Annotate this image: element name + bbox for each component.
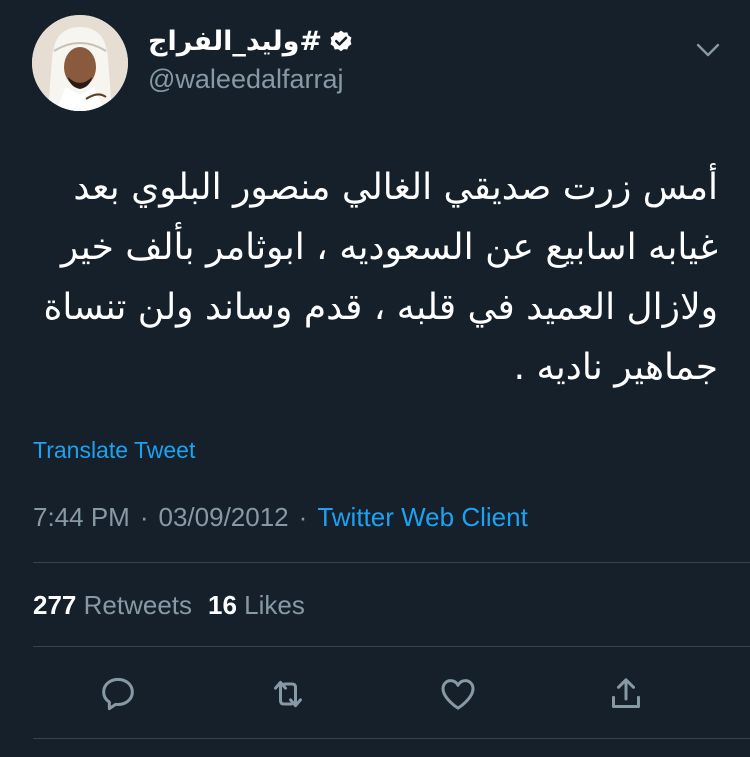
tweet-text: أمس زرت صديقي الغالي منصور البلوي بعد غي… <box>43 167 718 388</box>
author-row[interactable]: #وليد_الفراج <box>148 26 354 57</box>
reply-button[interactable] <box>96 672 140 716</box>
author-display-name[interactable]: #وليد_الفراج <box>148 26 322 57</box>
divider <box>33 646 750 647</box>
avatar[interactable] <box>32 15 128 111</box>
tweet-date: 03/09/2012 <box>158 502 289 532</box>
tweet-time: 7:44 PM <box>33 502 130 532</box>
author-handle[interactable]: @waleedalfarraj <box>148 64 344 95</box>
likes-label: Likes <box>244 590 305 620</box>
translate-tweet-link[interactable]: Translate Tweet <box>33 437 195 464</box>
divider <box>33 562 750 563</box>
retweets-count: 277 <box>33 590 77 620</box>
heart-icon <box>441 679 475 710</box>
verified-badge-icon <box>330 30 352 51</box>
like-button[interactable] <box>436 672 480 716</box>
tweet-client-link[interactable]: Twitter Web Client <box>317 502 527 533</box>
likes-count: 16 <box>208 590 237 620</box>
reply-icon <box>102 677 134 711</box>
retweet-button[interactable] <box>266 672 310 716</box>
divider <box>33 738 750 739</box>
chevron-down-icon[interactable] <box>692 34 724 66</box>
tweet-meta: 7:44 PM · 03/09/2012 · Twitter Web Clien… <box>33 502 528 533</box>
likes-stat[interactable]: 16 Likes <box>208 590 305 621</box>
meta-separator: · <box>298 502 308 532</box>
retweet-icon <box>274 680 302 708</box>
retweets-label: Retweets <box>83 590 193 620</box>
retweets-stat[interactable]: 277 Retweets <box>33 590 192 621</box>
tweet-stats: 277 Retweets 16 Likes <box>33 590 305 621</box>
share-button[interactable] <box>604 672 648 716</box>
meta-separator: · <box>139 502 149 532</box>
share-icon <box>612 678 640 708</box>
